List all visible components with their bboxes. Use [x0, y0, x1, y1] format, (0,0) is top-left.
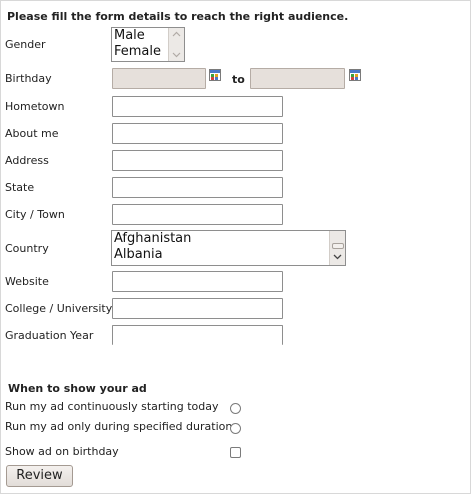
- schedule-heading: When to show your ad: [8, 382, 147, 395]
- state-label: State: [5, 181, 35, 194]
- birthday-from-input[interactable]: [112, 68, 206, 89]
- hometown-input[interactable]: [112, 96, 283, 117]
- about-me-input[interactable]: [112, 123, 283, 144]
- birthday-to-label: to: [232, 73, 245, 86]
- birthday-option-label: Show ad on birthday: [5, 445, 119, 458]
- continuous-option-label: Run my ad continuously starting today: [5, 400, 219, 413]
- chevron-down-icon: [172, 52, 181, 58]
- address-input[interactable]: [112, 150, 283, 171]
- country-label: Country: [5, 242, 49, 255]
- website-label: Website: [5, 275, 49, 288]
- country-scrollbar[interactable]: [329, 231, 345, 265]
- birthday-checkbox[interactable]: [230, 447, 241, 458]
- calendar-icon[interactable]: [209, 69, 221, 81]
- birthday-label: Birthday: [5, 72, 52, 85]
- country-select[interactable]: Afghanistan Albania: [111, 230, 346, 266]
- birthday-to-input[interactable]: [250, 68, 345, 89]
- form-heading: Please fill the form details to reach th…: [7, 10, 349, 23]
- calendar-icon[interactable]: [349, 69, 361, 81]
- website-input[interactable]: [112, 271, 283, 292]
- about-me-label: About me: [5, 127, 59, 140]
- duration-radio[interactable]: [230, 423, 241, 434]
- graduation-year-input[interactable]: [112, 325, 283, 345]
- address-label: Address: [5, 154, 49, 167]
- hometown-label: Hometown: [5, 100, 65, 113]
- country-option-afghanistan[interactable]: Afghanistan: [112, 231, 345, 247]
- chevron-down-icon: [333, 254, 342, 260]
- college-input[interactable]: [112, 298, 283, 319]
- college-label: College / University: [5, 302, 113, 315]
- review-button[interactable]: Review: [6, 465, 73, 487]
- state-input[interactable]: [112, 177, 283, 198]
- duration-option-label: Run my ad only during specified duration: [5, 420, 233, 433]
- graduation-year-label: Graduation Year: [5, 329, 94, 342]
- city-label: City / Town: [5, 208, 65, 221]
- gender-label: Gender: [5, 38, 46, 51]
- gender-scrollbar[interactable]: [168, 28, 184, 61]
- gender-select[interactable]: Male Female: [111, 27, 185, 62]
- city-input[interactable]: [112, 204, 283, 225]
- country-option-albania[interactable]: Albania: [112, 247, 345, 263]
- continuous-radio[interactable]: [230, 403, 241, 414]
